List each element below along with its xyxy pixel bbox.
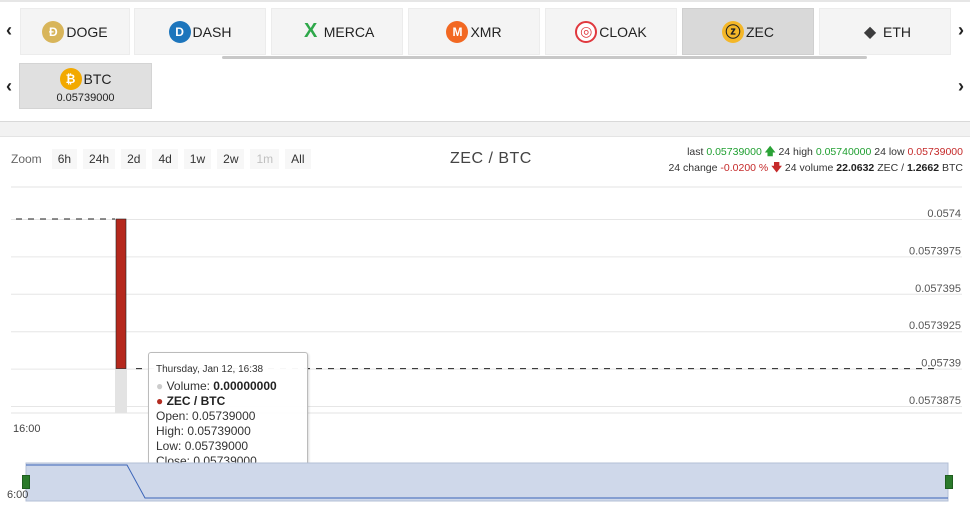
volume-value: 22.0632 xyxy=(836,162,875,174)
zoom-controls: Zoom 6h 24h 2d 4d 1w 2w 1m All xyxy=(11,149,311,169)
tooltip-volume-row: ● Volume: 0.00000000 xyxy=(156,379,300,394)
change-label: 24 change xyxy=(668,162,718,174)
change-value: -0.0200 % xyxy=(720,162,769,174)
volume-value-btc: 1.2662 xyxy=(906,162,940,174)
scroll-right-arrow[interactable]: › xyxy=(954,20,968,40)
tooltip-high-label: High: xyxy=(156,424,185,438)
zoom-24h-button[interactable]: 24h xyxy=(83,149,116,169)
y-tick-label: 0.0574 xyxy=(927,208,961,220)
tab-btc[interactable]: ₿ BTC 0.05739000 xyxy=(19,63,152,109)
tab-cloak[interactable]: ◎ CLOAK xyxy=(545,8,677,55)
zoom-label: Zoom xyxy=(11,152,42,166)
tab-label: DASH xyxy=(192,23,232,40)
cloak-icon: ◎ xyxy=(575,20,598,43)
tooltip-volume-value: 0.00000000 xyxy=(213,379,277,393)
tab-label: CLOAK xyxy=(599,23,647,40)
zoom-2d-button[interactable]: 2d xyxy=(121,149,147,169)
last-value: 0.05739000 xyxy=(706,146,762,158)
arrow-down-icon: 🡇 xyxy=(771,162,782,174)
section-divider xyxy=(0,121,970,137)
scroll-left-arrow[interactable]: ‹ xyxy=(2,76,16,96)
price-chart[interactable]: 0.05740.05739750.0573950.05739250.057390… xyxy=(0,185,970,420)
zoom-1w-button[interactable]: 1w xyxy=(183,149,212,169)
tooltip-low-row: Low: 0.05739000 xyxy=(156,439,300,454)
tooltip-high-row: High: 0.05739000 xyxy=(156,424,300,439)
tab-label: XMR xyxy=(470,23,502,40)
tab-label: MERCA xyxy=(323,23,375,40)
volume-dot-icon: ● xyxy=(156,379,164,393)
zoom-6h-button[interactable]: 6h xyxy=(51,149,78,169)
zcash-icon: ⓩ xyxy=(722,20,744,43)
doge-icon: Ð xyxy=(42,20,65,43)
btc-price: 0.05739000 xyxy=(56,92,115,104)
series-dot-icon: ● xyxy=(156,394,164,408)
navigator-left-handle[interactable] xyxy=(22,475,30,489)
y-tick-label: 0.057395 xyxy=(915,283,961,295)
tab-zec[interactable]: ⓩ ZEC xyxy=(682,8,814,55)
range-navigator[interactable] xyxy=(12,462,960,502)
tab-eth[interactable]: ◆ ETH xyxy=(819,8,951,55)
low-value: 0.05739000 xyxy=(907,146,963,158)
tooltip-low-label: Low: xyxy=(156,439,182,453)
low-label: 24 low xyxy=(874,146,905,158)
y-tick-label: 0.0573925 xyxy=(909,320,961,332)
tooltip-series-name: ZEC / BTC xyxy=(166,394,226,408)
tooltip-open-value: 0.05739000 xyxy=(192,409,256,423)
y-tick-label: 0.0573975 xyxy=(909,245,961,257)
volume-bar xyxy=(115,368,127,413)
navigator-x-label: 6:00 xyxy=(7,489,29,501)
tooltip-series-row: ● ZEC / BTC xyxy=(156,394,300,409)
y-tick-label: 0.05739 xyxy=(921,358,961,370)
navigator-right-handle[interactable] xyxy=(945,475,953,489)
tab-xmr[interactable]: M XMR xyxy=(408,8,540,55)
tab-dash[interactable]: D DASH xyxy=(134,8,266,55)
scroll-left-arrow[interactable]: ‹ xyxy=(2,20,16,40)
tab-label: ETH xyxy=(883,23,911,40)
stats-line-1: last 0.05739000 🡅 24 high 0.05740000 24 … xyxy=(668,144,963,160)
tooltip-open-label: Open: xyxy=(156,409,189,423)
zoom-all-button[interactable]: All xyxy=(285,149,311,169)
merca-icon: X xyxy=(304,20,318,42)
bitcoin-icon: ₿ xyxy=(59,68,82,90)
tooltip-date: Thursday, Jan 12, 16:38 xyxy=(156,364,264,375)
volume-separator: / xyxy=(901,162,905,174)
scroll-right-arrow[interactable]: › xyxy=(954,76,968,96)
tab-doge[interactable]: Ð DOGE xyxy=(20,8,130,55)
tab-label: DOGE xyxy=(66,23,108,40)
arrow-up-icon: 🡅 xyxy=(764,146,776,158)
tab-label: BTC xyxy=(83,71,112,87)
zoom-1m-button: 1m xyxy=(250,149,280,169)
candlestick xyxy=(115,218,127,369)
volume-unit-btc: BTC xyxy=(942,162,963,174)
chart-tooltip: Thursday, Jan 12, 16:38 ● Volume: 0.0000… xyxy=(148,352,308,473)
volume-unit-zec: ZEC xyxy=(877,162,899,174)
navigator-selection xyxy=(25,462,949,502)
tooltip-volume-label: Volume: xyxy=(166,379,210,393)
high-label: 24 high xyxy=(778,146,813,158)
market-stats: last 0.05739000 🡅 24 high 0.05740000 24 … xyxy=(668,144,963,176)
y-tick-label: 0.0573875 xyxy=(909,395,961,407)
tooltip-low-value: 0.05739000 xyxy=(184,439,249,453)
chart-title: ZEC / BTC xyxy=(450,150,532,167)
zoom-2w-button[interactable]: 2w xyxy=(217,149,245,169)
volume-label: 24 volume xyxy=(784,162,834,174)
tooltip-high-value: 0.05739000 xyxy=(187,424,251,438)
navigator-series xyxy=(25,462,949,502)
last-label: last xyxy=(687,146,704,158)
zoom-4d-button[interactable]: 4d xyxy=(152,149,178,169)
tooltip-open-row: Open: 0.05739000 xyxy=(156,409,300,424)
tab-scrollbar[interactable] xyxy=(222,56,867,59)
stats-line-2: 24 change -0.0200 % 🡇 24 volume 22.0632 … xyxy=(668,160,963,176)
tab-merca[interactable]: X MERCA xyxy=(271,8,403,55)
tab-label: ZEC xyxy=(746,23,774,40)
high-value: 0.05740000 xyxy=(815,146,872,158)
dash-icon: D xyxy=(168,20,191,43)
ethereum-icon: ◆ xyxy=(863,23,877,41)
monero-icon: M xyxy=(446,20,469,43)
x-axis-label: 16:00 xyxy=(13,423,41,435)
